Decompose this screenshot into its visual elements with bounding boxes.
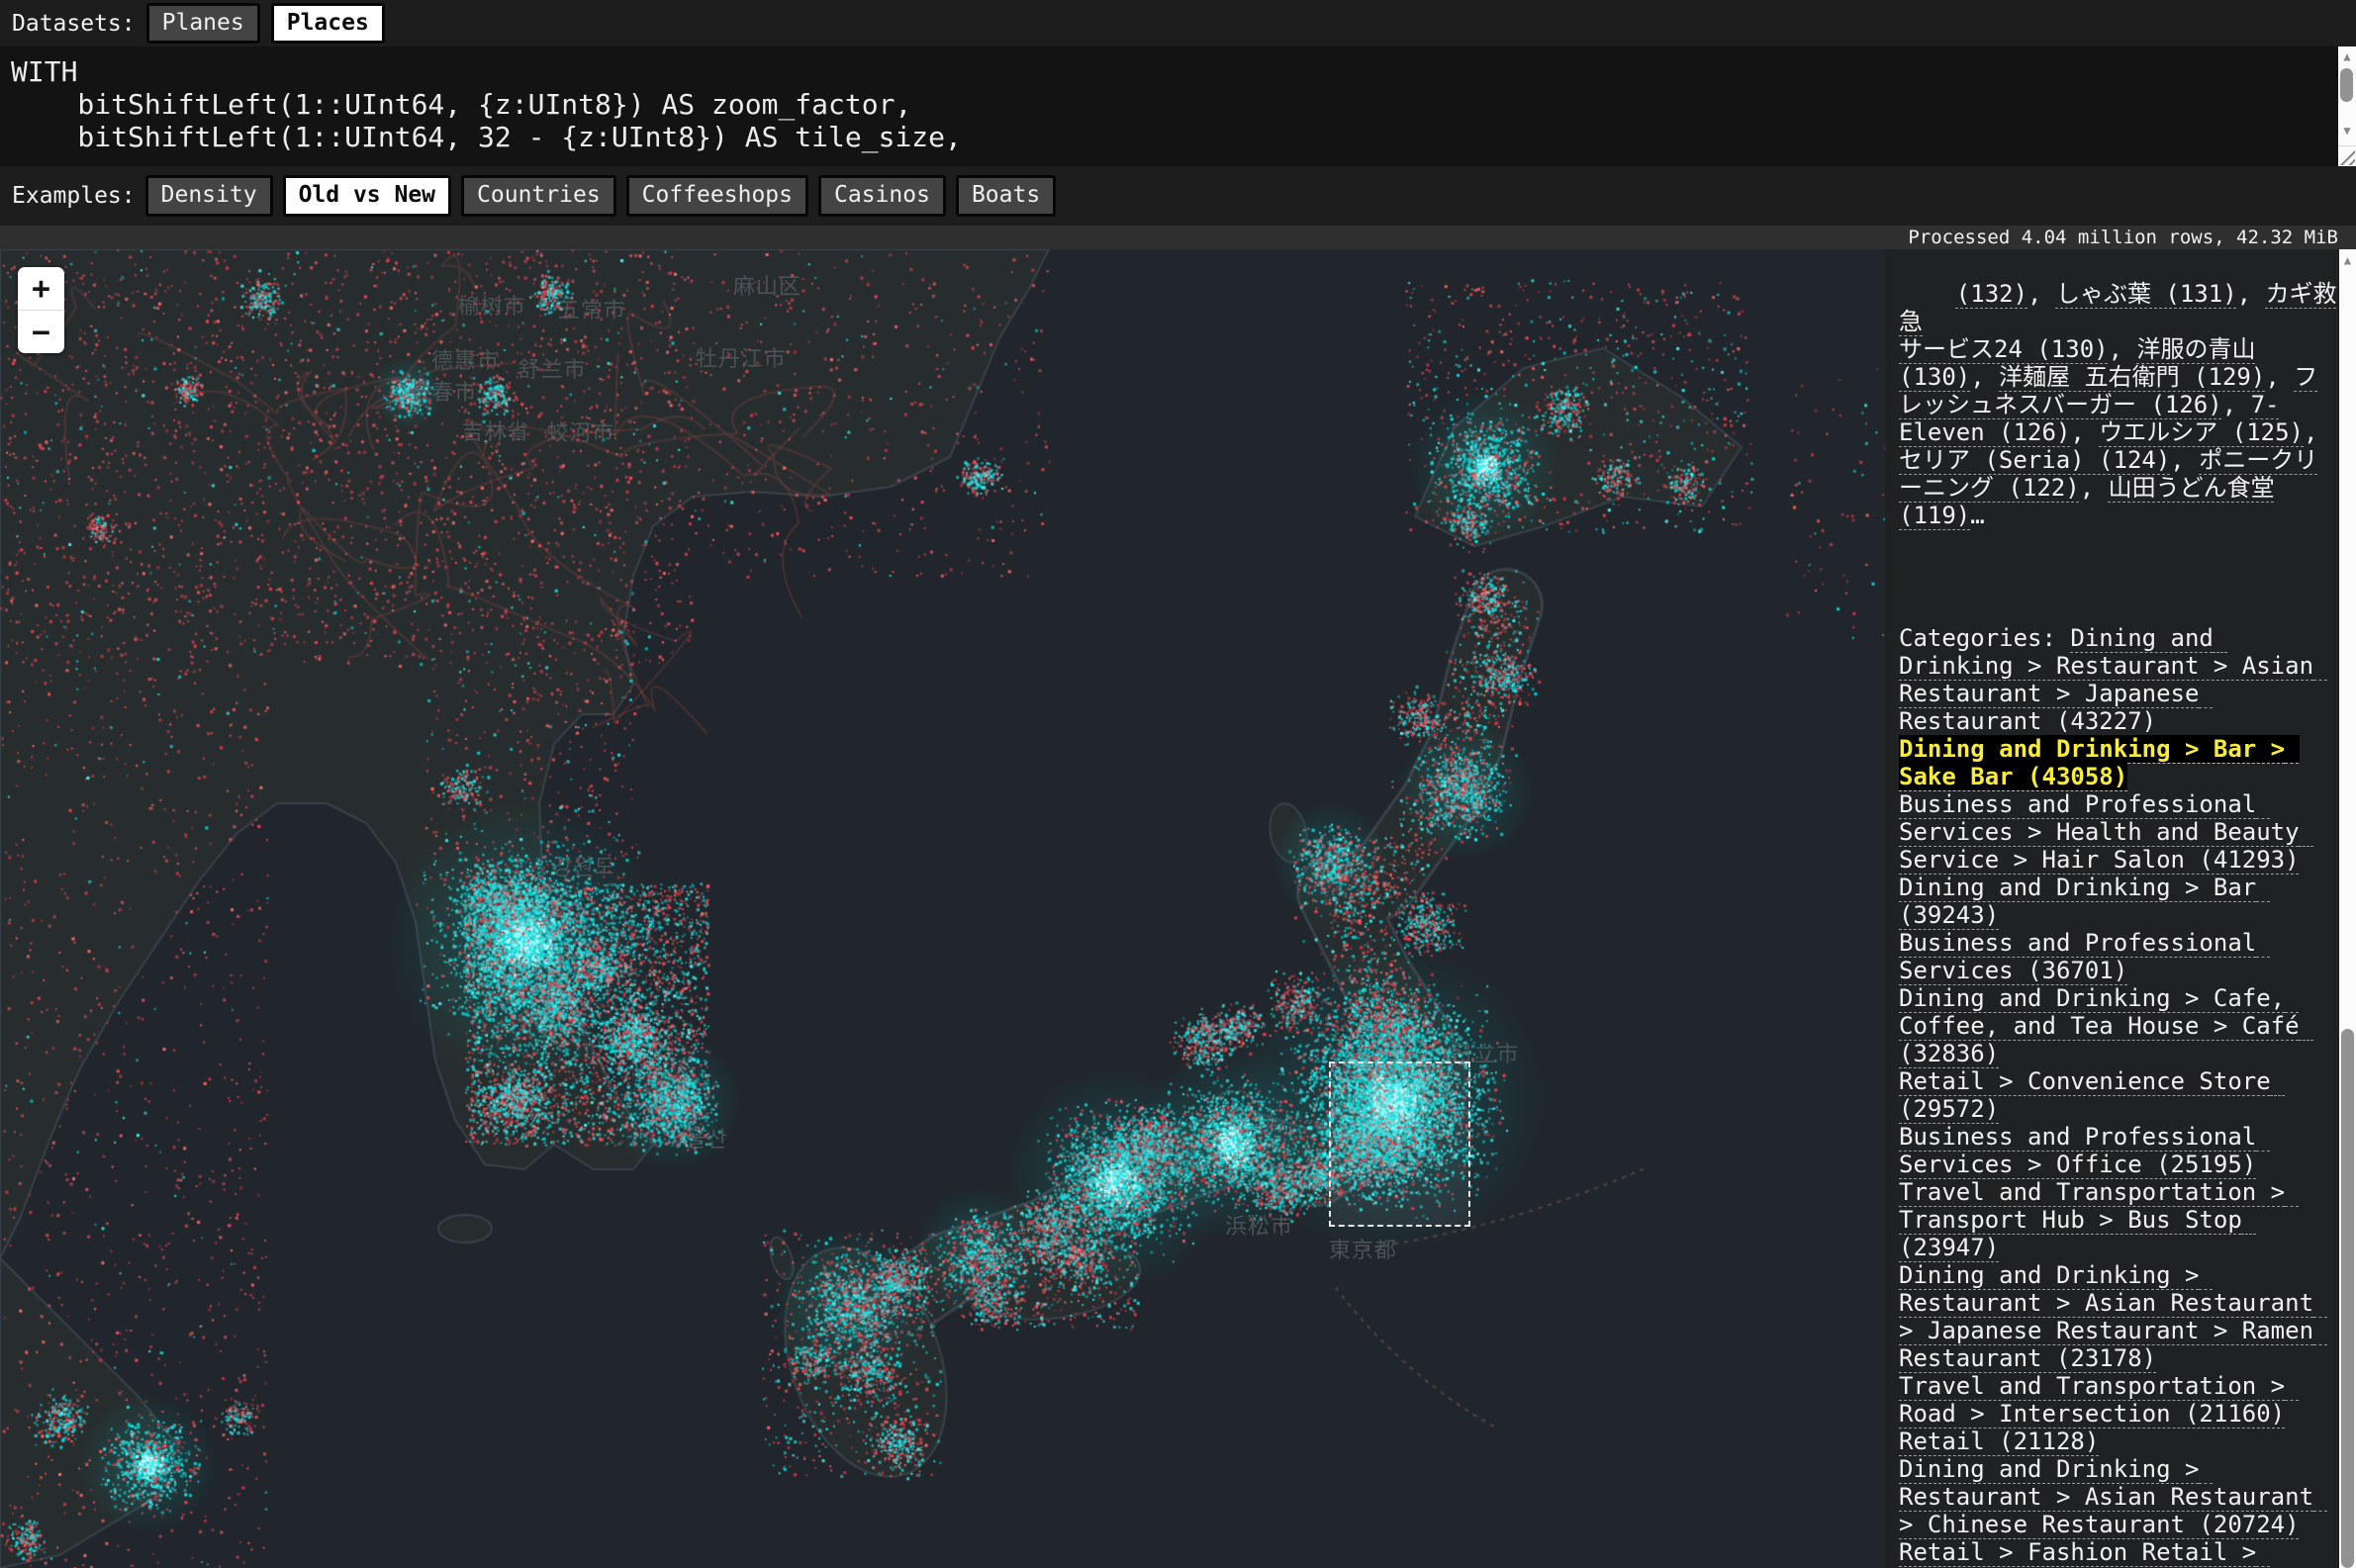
results-sidebar: (132), しゃぶ葉 (131), カギ救急 サービス24 (130), 洋服… xyxy=(1885,249,2339,1568)
brand-link[interactable]: しゃぶ葉 (131) xyxy=(2056,280,2237,308)
zoom-out-button[interactable]: − xyxy=(18,310,64,353)
example-button-old-vs-new[interactable]: Old vs New xyxy=(283,175,451,217)
map[interactable]: 榆树市五常市麻山区德惠市舒兰市牡丹江市长春市吉林省蛟河市강원도울산浜松市東京都日… xyxy=(0,249,1885,1568)
category-link[interactable]: Travel and Transportation > Road > Inter… xyxy=(1899,1372,2300,1428)
category-link[interactable]: Travel and Transportation > Transport Hu… xyxy=(1899,1178,2300,1261)
category-link[interactable]: Dining and Drinking > Cafe, Coffee, and … xyxy=(1899,984,2313,1067)
query-editor-code[interactable]: WITH bitShiftLeft(1::UInt64, {z:UInt8}) … xyxy=(0,46,2356,153)
category-link[interactable]: Retail (21128) xyxy=(1899,1428,2099,1455)
category-link-selected[interactable]: Dining and Drinking > Bar > Sake Bar (43… xyxy=(1899,735,2300,790)
sidebar-scroll-up-icon[interactable]: ▲ xyxy=(2339,253,2356,267)
query-status-bar: Processed 4.04 million rows, 42.32 MiB xyxy=(0,226,2356,249)
map-canvas[interactable] xyxy=(0,249,1885,1568)
tile-selection-box[interactable] xyxy=(1329,1061,1470,1227)
dataset-button-places[interactable]: Places xyxy=(271,3,385,45)
category-link[interactable]: Business and Professional Services > Hea… xyxy=(1899,790,2313,874)
brand-link[interactable]: ウエルシア (125) xyxy=(2099,418,2304,446)
category-link[interactable]: Business and Professional Services > Off… xyxy=(1899,1123,2271,1178)
example-button-density[interactable]: Density xyxy=(145,175,273,217)
processed-rows-text: Processed 4.04 million rows, 42.32 MiB xyxy=(1908,227,2338,248)
example-button-countries[interactable]: Countries xyxy=(461,175,616,217)
editor-scroll-thumb[interactable] xyxy=(2340,68,2353,102)
editor-resize-grip-icon[interactable] xyxy=(2339,149,2355,165)
example-button-coffeeshops[interactable]: Coffeeshops xyxy=(626,175,808,217)
category-link[interactable]: Retail > Convenience Store (29572) xyxy=(1899,1067,2285,1123)
map-zoom-control: + − xyxy=(18,267,64,353)
datasets-label: Datasets: xyxy=(12,11,136,37)
categories-list: Categories: Dining and Drinking > Restau… xyxy=(1899,624,2339,1568)
zoom-in-button[interactable]: + xyxy=(18,267,64,310)
top-brands-list: (132), しゃぶ葉 (131), カギ救急 サービス24 (130), 洋服… xyxy=(1899,280,2337,529)
sidebar-scrollbar[interactable]: ▲ xyxy=(2339,249,2356,1568)
editor-scrollbar[interactable]: ▲ ▼ xyxy=(2338,46,2356,166)
datasets-bar: Datasets: Planes Places xyxy=(0,0,2356,46)
dataset-button-planes[interactable]: Planes xyxy=(146,3,260,45)
category-link[interactable]: Retail > Fashion Retail > Clothing Store… xyxy=(1899,1538,2271,1568)
brand-link[interactable]: (132) xyxy=(1956,280,2027,308)
brand-link[interactable]: 洋麺屋 五右衛門 (129) xyxy=(1999,363,2265,391)
category-link[interactable]: Dining and Drinking > Bar (39243) xyxy=(1899,874,2271,929)
category-link[interactable]: Dining and Drinking > Restaurant > Asian… xyxy=(1899,1455,2327,1538)
sidebar-scroll-thumb[interactable] xyxy=(2341,1029,2354,1568)
categories-label: Categories: xyxy=(1899,624,2070,652)
editor-scroll-up-icon[interactable]: ▲ xyxy=(2338,49,2356,63)
category-link[interactable]: Dining and Drinking > Restaurant > Asian… xyxy=(1899,1261,2327,1372)
brand-link[interactable]: セリア (Seria) (124) xyxy=(1899,446,2170,474)
example-button-casinos[interactable]: Casinos xyxy=(818,175,946,217)
category-link[interactable]: Business and Professional Services (3670… xyxy=(1899,929,2271,984)
editor-grip-separator xyxy=(2338,145,2356,146)
example-button-boats[interactable]: Boats xyxy=(956,175,1056,217)
examples-bar: Examples: Density Old vs New Countries C… xyxy=(0,166,2356,226)
main-content: 榆树市五常市麻山区德惠市舒兰市牡丹江市长春市吉林省蛟河市강원도울산浜松市東京都日… xyxy=(0,249,2356,1568)
query-editor[interactable]: WITH bitShiftLeft(1::UInt64, {z:UInt8}) … xyxy=(0,46,2356,166)
examples-label: Examples: xyxy=(12,183,136,209)
editor-scroll-down-icon[interactable]: ▼ xyxy=(2338,124,2356,138)
